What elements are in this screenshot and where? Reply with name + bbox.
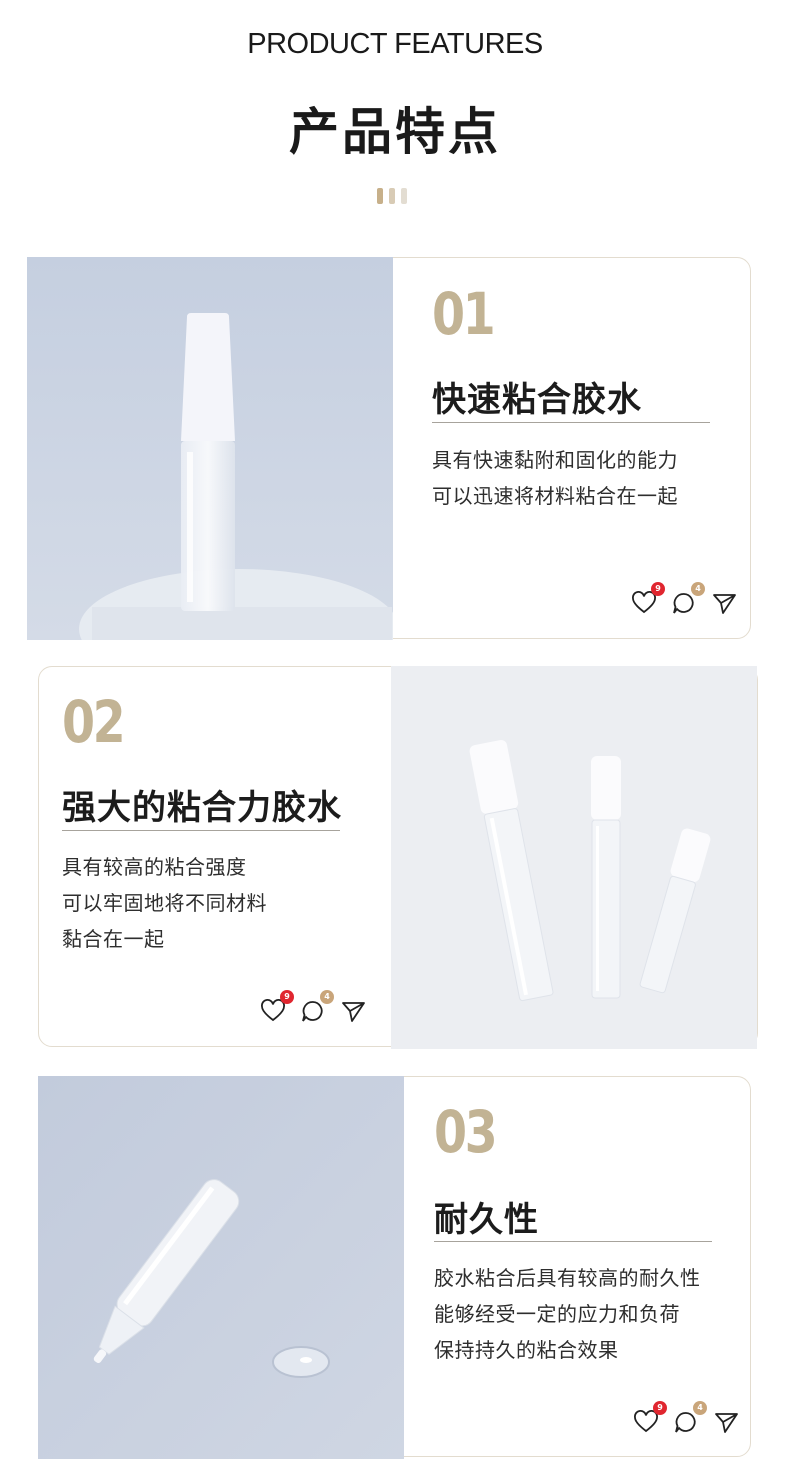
like-count-badge: 9 [280,990,294,1004]
feature-desc-line: 黏合在一起 [62,927,165,951]
glue-tubes-photo [391,666,757,1049]
feature-title-1: 快速粘合胶水 [432,380,642,420]
comment-button[interactable]: 4 [671,582,705,615]
share-button[interactable] [711,591,737,615]
feature-desc-line: 具有快速黏附和固化的能力 [432,448,678,472]
send-paper-plane-icon [715,1413,738,1433]
feature-divider-2 [62,830,340,831]
like-count-badge: 9 [653,1401,667,1415]
comment-count-badge: 4 [691,582,705,596]
send-paper-plane-icon [342,1002,365,1022]
feature-title-2: 强大的粘合力胶水 [62,788,342,828]
feature-desc-line: 胶水粘合后具有较高的耐久性 [434,1266,701,1290]
like-button[interactable]: 9 [633,1401,667,1434]
divider-dot [377,188,383,204]
social-bar-3: 9 4 [633,1401,739,1434]
feature-desc-3: 胶水粘合后具有较高的耐久性 能够经受一定的应力和负荷 保持持久的粘合效果 [434,1260,701,1368]
glue-drop-photo [38,1076,404,1459]
feature-desc-line: 具有较高的粘合强度 [62,855,247,879]
header-title-en: PRODUCT FEATURES [247,28,543,60]
send-paper-plane-icon [713,594,736,614]
feature-photo-3 [38,1076,404,1459]
feature-desc-line: 可以牢固地将不同材料 [62,891,267,915]
social-bar-1: 9 4 [631,582,737,615]
feature-number-2: 02 [62,688,126,756]
comment-button[interactable]: 4 [673,1401,707,1434]
header-title-cn: 产品特点 [289,103,501,161]
header-divider-dots [377,188,407,204]
feature-desc-1: 具有快速黏附和固化的能力 可以迅速将材料粘合在一起 [432,442,678,514]
feature-desc-line: 保持持久的粘合效果 [434,1338,619,1362]
like-button[interactable]: 9 [631,582,665,615]
like-button[interactable]: 9 [260,990,294,1023]
divider-dot [401,188,407,204]
comment-count-badge: 4 [693,1401,707,1415]
feature-number-3: 03 [434,1098,498,1166]
share-button[interactable] [713,1410,739,1434]
like-count-badge: 9 [651,582,665,596]
feature-photo-1 [27,257,393,640]
feature-desc-2: 具有较高的粘合强度 可以牢固地将不同材料 黏合在一起 [62,849,267,957]
feature-divider-1 [432,422,710,423]
glue-tube-photo [27,257,393,640]
divider-dot [389,188,395,204]
feature-desc-line: 可以迅速将材料粘合在一起 [432,484,678,508]
feature-desc-line: 能够经受一定的应力和负荷 [434,1302,680,1326]
feature-number-1: 01 [432,280,496,348]
social-bar-2: 9 4 [260,990,366,1023]
feature-divider-3 [434,1241,712,1242]
comment-count-badge: 4 [320,990,334,1004]
share-button[interactable] [340,999,366,1023]
feature-photo-2 [391,666,757,1049]
comment-button[interactable]: 4 [300,990,334,1023]
feature-title-3: 耐久性 [434,1200,539,1240]
